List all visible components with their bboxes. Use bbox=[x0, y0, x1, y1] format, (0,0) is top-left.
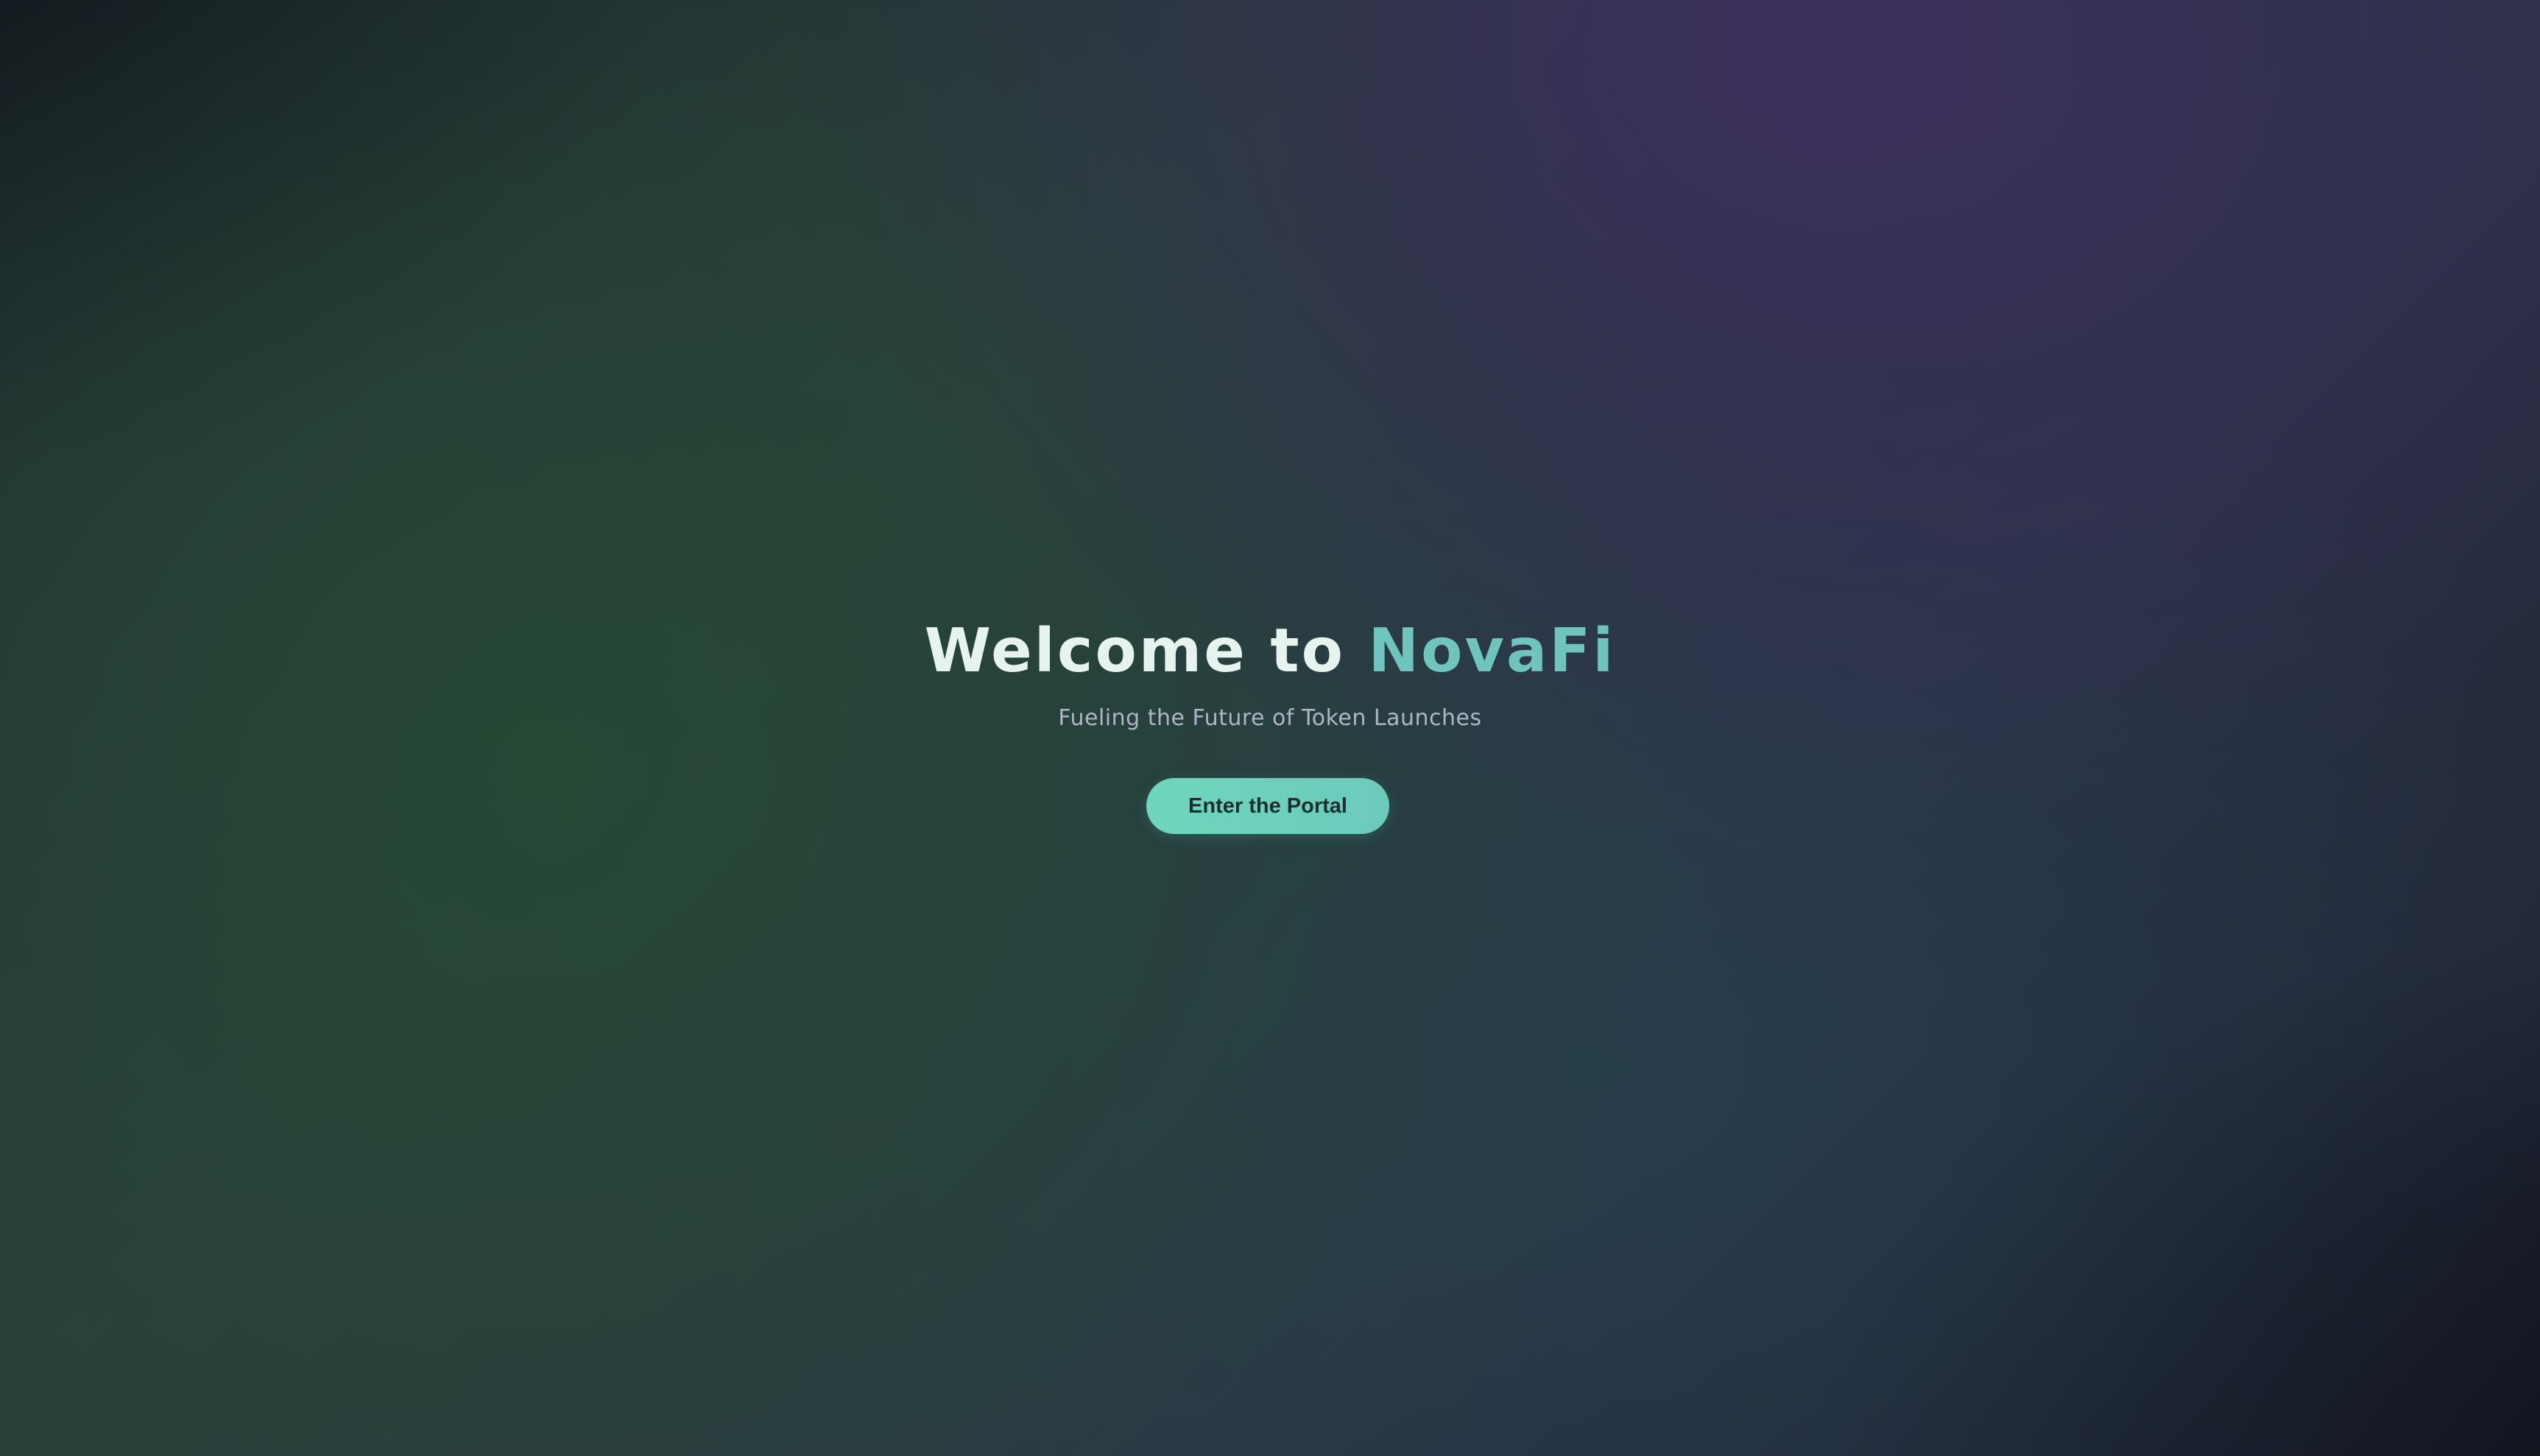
enter-portal-button[interactable]: Enter the Portal bbox=[1146, 778, 1389, 834]
hero-section: Welcome to NovaFi Fueling the Future of … bbox=[0, 0, 2540, 1456]
tagline: Fueling the Future of Token Launches bbox=[1058, 705, 1482, 731]
welcome-heading: Welcome to NovaFi bbox=[0, 611, 2540, 692]
welcome-heading-prefix: Welcome to bbox=[924, 616, 1369, 686]
brand-name: NovaFi bbox=[1368, 616, 1616, 686]
